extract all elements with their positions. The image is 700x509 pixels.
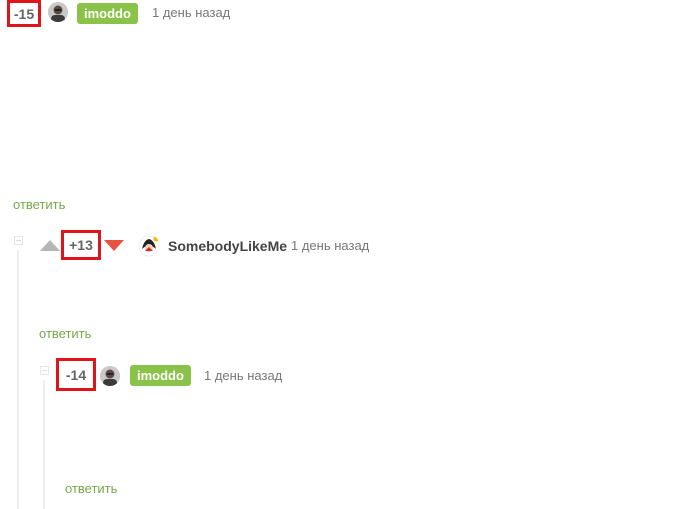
reply-link[interactable]: ответить (39, 325, 91, 343)
reply-link[interactable]: ответить (13, 196, 65, 214)
collapse-toggle[interactable] (40, 366, 49, 375)
comment-rating: -15 (7, 0, 41, 27)
comment-time: 1 день назад (291, 238, 370, 253)
avatar-image (138, 235, 160, 257)
comment-rating: +13 (61, 230, 101, 260)
thread-line (17, 250, 19, 509)
avatar-image (48, 2, 68, 22)
comment-rating: -14 (56, 358, 96, 391)
author-badge[interactable]: imoddo (77, 3, 138, 24)
thread-line (43, 380, 45, 509)
reply-link[interactable]: ответить (65, 480, 117, 498)
avatar[interactable] (138, 235, 160, 257)
comment-time: 1 день назад (152, 5, 231, 20)
upvote-icon[interactable] (40, 240, 60, 251)
author-name[interactable]: SomebodyLikeMe (168, 236, 287, 256)
avatar[interactable] (100, 366, 120, 386)
avatar[interactable] (48, 2, 68, 22)
author-badge[interactable]: imoddo (130, 365, 191, 386)
collapse-toggle[interactable] (14, 236, 23, 245)
comment-time: 1 день назад (204, 368, 283, 383)
avatar-image (100, 366, 120, 386)
downvote-icon[interactable] (104, 240, 124, 251)
